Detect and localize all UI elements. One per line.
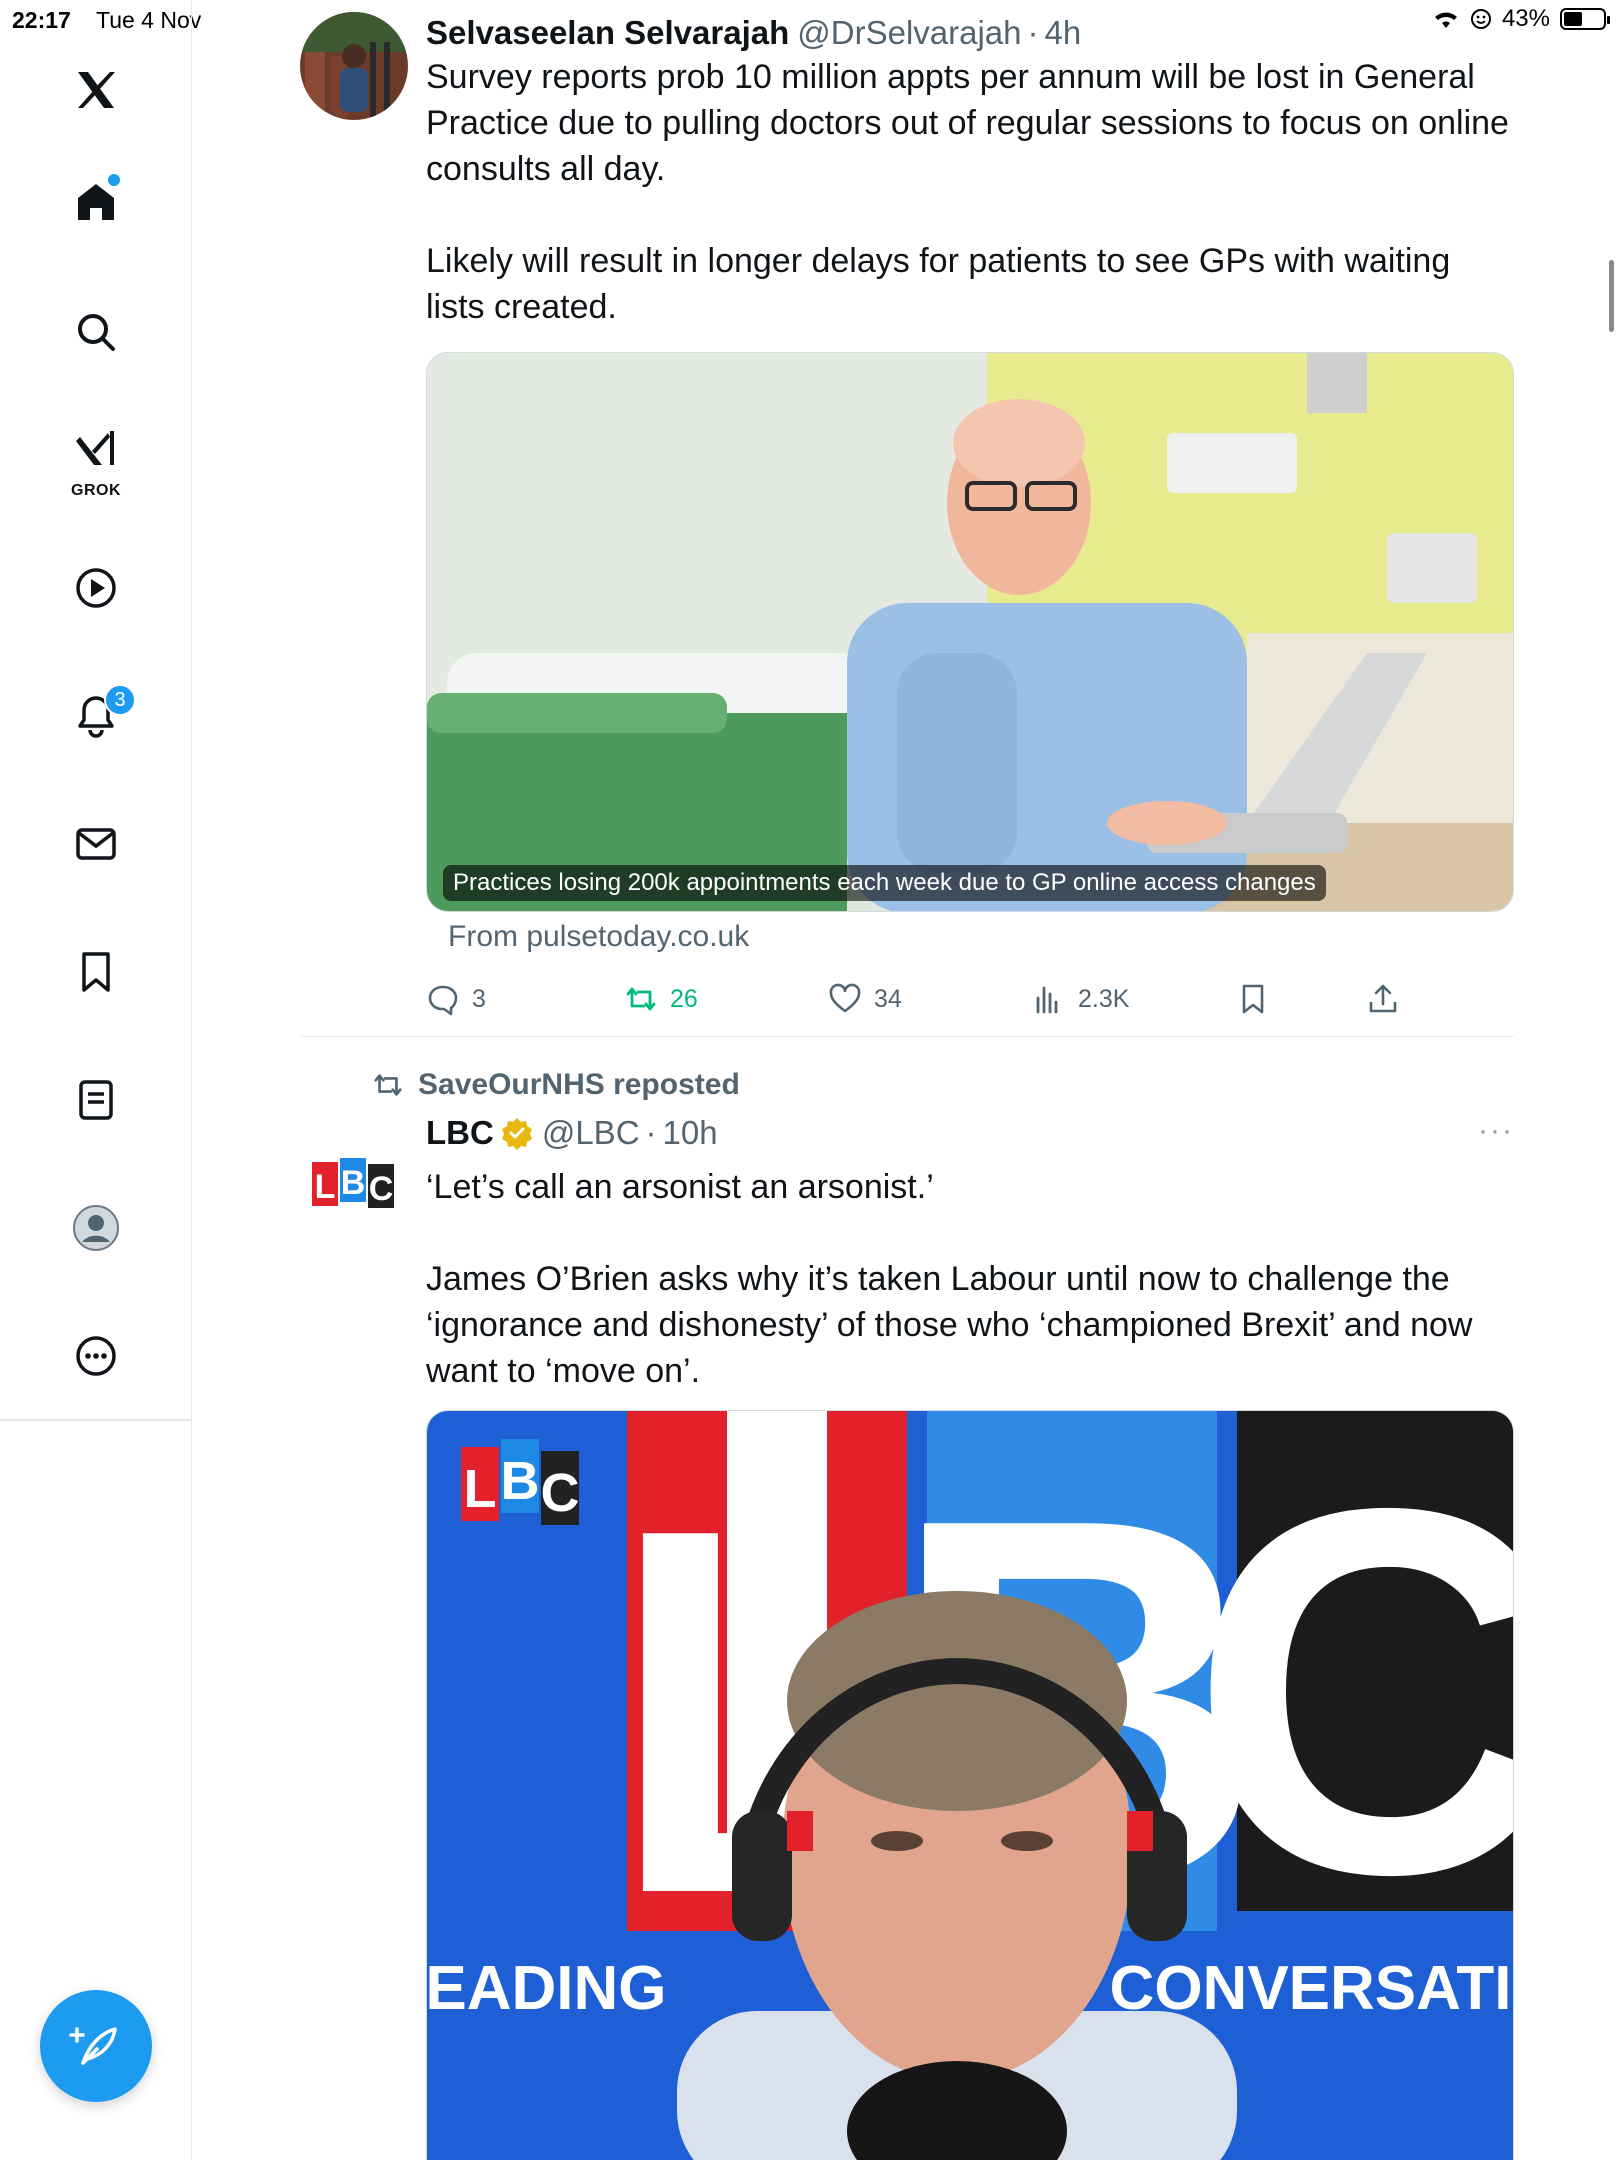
repost-count: 26 bbox=[670, 984, 698, 1013]
lists-icon[interactable] bbox=[56, 1060, 136, 1140]
like-count: 34 bbox=[874, 984, 902, 1013]
avatar-selvarajah[interactable] bbox=[300, 12, 408, 120]
tweet-divider bbox=[300, 1036, 1514, 1037]
link-card-title[interactable]: Practices losing 200k appointments each … bbox=[443, 865, 1326, 901]
video-big-letter: C bbox=[1189, 1411, 1514, 1982]
svg-text:B: B bbox=[501, 1451, 540, 1511]
link-card-source[interactable]: From pulsetoday.co.uk bbox=[448, 920, 749, 954]
messages-icon[interactable] bbox=[56, 804, 136, 884]
reply-count: 3 bbox=[472, 984, 486, 1013]
search-icon[interactable] bbox=[56, 292, 136, 372]
share-button[interactable] bbox=[1366, 974, 1400, 1024]
doctor-at-laptop-photo bbox=[427, 353, 1513, 911]
avatar-lbc[interactable]: L B C bbox=[310, 1154, 398, 1214]
video-icon[interactable] bbox=[56, 548, 136, 628]
share-icon bbox=[1369, 984, 1397, 1013]
repost-button[interactable]: 26 bbox=[624, 974, 698, 1024]
repost-icon bbox=[626, 987, 656, 1011]
video-strap-text: LEADING bbox=[427, 1954, 667, 2023]
tweet-paragraph: Survey reports prob 10 million appts per… bbox=[426, 58, 1509, 188]
home-icon[interactable] bbox=[56, 162, 136, 242]
notifications-badge: 3 bbox=[104, 684, 136, 716]
views-count: 2.3K bbox=[1078, 984, 1130, 1013]
repost-indicator[interactable]: SaveOurNHS reposted bbox=[372, 1068, 740, 1102]
reply-button[interactable]: 3 bbox=[426, 974, 486, 1024]
bookmarks-icon[interactable] bbox=[56, 932, 136, 1012]
svg-text:L: L bbox=[315, 1168, 336, 1206]
repost-by-label: SaveOurNHS reposted bbox=[418, 1068, 740, 1101]
tweet-paragraph: Likely will result in longer delays for … bbox=[426, 242, 1451, 326]
profile-avatar[interactable] bbox=[56, 1188, 136, 1268]
tweet-selvarajah[interactable]: Selvaseelan Selvarajah @DrSelvarajah · 4… bbox=[300, 12, 1514, 1036]
reply-icon bbox=[428, 985, 458, 1016]
tweet-actions: 3 26 34 2.3K bbox=[426, 974, 1514, 1024]
compose-feather-icon bbox=[69, 2027, 117, 2065]
verified-gold-icon bbox=[501, 1118, 532, 1150]
svg-text:B: B bbox=[341, 1164, 366, 1202]
tweet-lbc[interactable]: SaveOurNHS reposted L B C LBC @LBC · 10h… bbox=[300, 1060, 1514, 2160]
more-options-icon[interactable]: ··· bbox=[1478, 1114, 1514, 1148]
tweet-time[interactable]: 10h bbox=[663, 1114, 718, 1152]
author-name[interactable]: LBC bbox=[426, 1114, 494, 1152]
views-button[interactable]: 2.3K bbox=[1032, 974, 1129, 1024]
tweet-video[interactable]: L B C LEADING CONVERSATION L B C bbox=[426, 1410, 1514, 2160]
heart-icon bbox=[829, 983, 861, 1013]
separator-dot: · bbox=[645, 1114, 657, 1151]
compose-button[interactable] bbox=[40, 1990, 152, 2102]
separator-dot: · bbox=[1027, 14, 1039, 51]
repost-icon bbox=[374, 1074, 402, 1096]
svg-text:C: C bbox=[541, 1463, 580, 1523]
bookmark-button[interactable] bbox=[1236, 974, 1270, 1024]
tweet-paragraph: ‘Let’s call an arsonist an arsonist.’ bbox=[426, 1168, 934, 1206]
tweet-header: LBC @LBC · 10h bbox=[426, 1114, 718, 1152]
svg-text:C: C bbox=[369, 1170, 394, 1208]
tweet-header: Selvaseelan Selvarajah @DrSelvarajah · 4… bbox=[426, 14, 1081, 52]
sidebar: GROK 3 bbox=[0, 0, 192, 2160]
timeline-feed: Selvaseelan Selvarajah @DrSelvarajah · 4… bbox=[192, 0, 1620, 2160]
author-handle[interactable]: @LBC bbox=[542, 1114, 640, 1152]
link-card-image[interactable]: Practices losing 200k appointments each … bbox=[426, 352, 1514, 912]
views-icon bbox=[1036, 986, 1058, 1014]
more-icon[interactable] bbox=[56, 1316, 136, 1396]
notifications-icon[interactable]: 3 bbox=[56, 676, 136, 756]
tweet-paragraph: James O’Brien asks why it’s taken Labour… bbox=[426, 1260, 1473, 1390]
home-unread-dot bbox=[108, 174, 120, 186]
svg-text:L: L bbox=[464, 1459, 497, 1519]
sidebar-divider bbox=[0, 1419, 192, 1421]
james-obrien-video-frame: L B C LEADING CONVERSATION L B C bbox=[427, 1411, 1514, 2160]
author-handle[interactable]: @DrSelvarajah bbox=[797, 14, 1021, 52]
bookmark-icon bbox=[1242, 984, 1264, 1014]
tweet-text: Survey reports prob 10 million appts per… bbox=[426, 54, 1514, 330]
grok-label: GROK bbox=[71, 482, 121, 499]
tweet-time[interactable]: 4h bbox=[1045, 14, 1082, 52]
like-button[interactable]: 34 bbox=[828, 974, 902, 1024]
x-logo-icon[interactable] bbox=[56, 50, 136, 130]
author-name[interactable]: Selvaseelan Selvarajah bbox=[426, 14, 789, 52]
grok-icon[interactable]: GROK bbox=[56, 416, 136, 504]
tweet-text: ‘Let’s call an arsonist an arsonist.’ Ja… bbox=[426, 1164, 1514, 1394]
